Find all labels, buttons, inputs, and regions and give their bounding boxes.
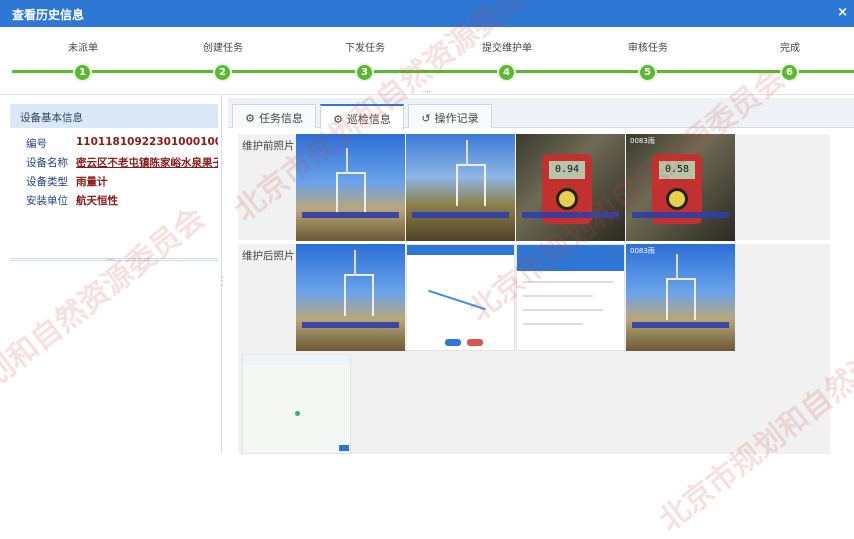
step-2: 创建任务 2 [178, 27, 268, 89]
map-line-shape [428, 289, 486, 311]
phone-button-shape [467, 339, 483, 346]
photo-caption-bar [302, 322, 399, 328]
map-marker-icon [295, 411, 300, 416]
field-key: 编号 [26, 138, 47, 150]
section-label: 维护前照片 [242, 140, 295, 152]
tower-shape [456, 140, 486, 206]
photo-caption-bar [302, 212, 399, 218]
tab-task-info[interactable]: ⚙ 任务信息 [232, 104, 316, 128]
step-label: 未派单 [68, 43, 98, 54]
phone-header-shape [517, 245, 624, 271]
photo-thumbnail[interactable] [242, 354, 351, 454]
tower-shape [336, 148, 366, 214]
device-field-name: 设备名称 密云区不老屯镇陈家峪水泉果子峪 [10, 152, 218, 171]
photo-stamp: 0083雨 [630, 137, 655, 145]
photo-stamp: 0083雨 [630, 247, 655, 255]
photo-caption-bar [632, 322, 729, 328]
list-line-shape [523, 281, 613, 283]
step-number-badge: 1 [73, 63, 92, 82]
step-label: 创建任务 [203, 43, 243, 54]
before-photos-section: 维护前照片 0.94 0083雨 0.58 [238, 134, 830, 241]
field-key: 设备类型 [26, 176, 68, 188]
step-number-badge: 3 [355, 63, 374, 82]
device-field-id: 编号 1101181092230100010083 [10, 133, 218, 152]
step-3: 下发任务 3 [320, 27, 410, 89]
tab-operation-log[interactable]: ↺ 操作记录 [408, 104, 492, 128]
tab-inspection-info[interactable]: ⚙ 巡检信息 [320, 104, 404, 129]
phone-button-shape [445, 339, 461, 346]
progress-steps: 未派单 1 创建任务 2 下发任务 3 提交维护单 4 审核任务 5 完成 6 [0, 27, 854, 89]
meter-knob [666, 188, 688, 210]
device-field-type: 设备类型 雨量计 [10, 171, 218, 190]
dialog-titlebar: 查看历史信息 × [0, 0, 854, 27]
step-number-badge: 6 [780, 63, 799, 82]
tower-shape [666, 254, 696, 320]
photo-thumbnail[interactable] [516, 244, 625, 351]
field-key: 安装单位 [26, 195, 68, 207]
phone-header-shape [407, 245, 514, 255]
device-field-installer: 安装单位 航天恒性 [10, 190, 218, 209]
list-line-shape [523, 295, 593, 297]
splitter-grip-icon[interactable]: · · · [221, 274, 225, 290]
step-4: 提交维护单 4 [462, 27, 552, 89]
step-label: 审核任务 [628, 43, 668, 54]
tab-label: 巡检信息 [346, 113, 391, 126]
step-5: 审核任务 5 [603, 27, 693, 89]
map-header-shape [243, 355, 350, 365]
photo-thumbnail[interactable] [406, 134, 515, 241]
photo-caption-bar [522, 212, 619, 218]
step-1: 未派单 1 [38, 27, 128, 89]
step-number-badge: 2 [213, 63, 232, 82]
gears-icon: ⚙ [333, 113, 343, 126]
step-label: 完成 [780, 43, 800, 54]
meter-reading: 0.58 [659, 161, 695, 179]
after-photos-section: 维护后照片 0083雨 [238, 244, 830, 454]
device-info-panel: 设备基本信息 编号 1101181092230100010083 设备名称 密云… [10, 104, 218, 454]
history-info-dialog: 查看历史信息 × 未派单 1 创建任务 2 下发任务 3 提交维护单 4 审核任… [0, 0, 854, 539]
photo-thumbnail[interactable] [296, 134, 405, 241]
step-6: 完成 6 [745, 27, 835, 89]
map-button-shape [339, 445, 349, 451]
tab-label: 操作记录 [434, 112, 479, 125]
photo-thumbnail[interactable]: 0083雨 [626, 244, 735, 351]
photo-thumbnail[interactable]: 0.94 [516, 134, 625, 241]
meter-knob [556, 188, 578, 210]
field-value: 航天恒性 [76, 195, 118, 207]
meter-reading: 0.94 [549, 161, 585, 179]
gears-icon: ⚙ [245, 112, 255, 125]
photo-caption-bar [632, 212, 729, 218]
tower-shape [344, 250, 374, 316]
list-line-shape [523, 309, 603, 311]
photo-thumbnail[interactable] [296, 244, 405, 351]
field-value: 雨量计 [76, 176, 108, 188]
list-line-shape [523, 323, 583, 325]
tab-bar: ⚙ 任务信息 ⚙ 巡检信息 ↺ 操作记录 [228, 98, 854, 129]
device-info-header: 设备基本信息 [10, 104, 218, 128]
progress-track [12, 70, 854, 73]
detail-panel: ⚙ 任务信息 ⚙ 巡检信息 ↺ 操作记录 维护前照片 0.94 0083雨 0.… [228, 98, 854, 454]
inspection-content: 维护前照片 0.94 0083雨 0.58 维护后照片 0083雨 [238, 134, 842, 454]
device-name-link[interactable]: 密云区不老屯镇陈家峪水泉果子峪 [76, 155, 218, 170]
photo-caption-bar [412, 212, 509, 218]
photo-thumbnail[interactable] [406, 244, 515, 351]
close-icon[interactable]: × [837, 5, 848, 20]
section-label: 维护后照片 [242, 250, 295, 262]
step-label: 下发任务 [345, 43, 385, 54]
photo-thumbnail[interactable]: 0083雨 0.58 [626, 134, 735, 241]
field-value: 1101181092230100010083 [76, 136, 218, 148]
history-icon: ↺ [421, 112, 431, 125]
splitter-grip-icon[interactable]: ···· [106, 256, 115, 264]
horizontal-divider [0, 94, 854, 95]
step-number-badge: 5 [638, 63, 657, 82]
tab-label: 任务信息 [258, 112, 303, 125]
step-number-badge: 4 [497, 63, 516, 82]
dialog-title: 查看历史信息 [12, 8, 85, 22]
step-label: 提交维护单 [482, 43, 532, 54]
field-key: 设备名称 [26, 157, 68, 169]
